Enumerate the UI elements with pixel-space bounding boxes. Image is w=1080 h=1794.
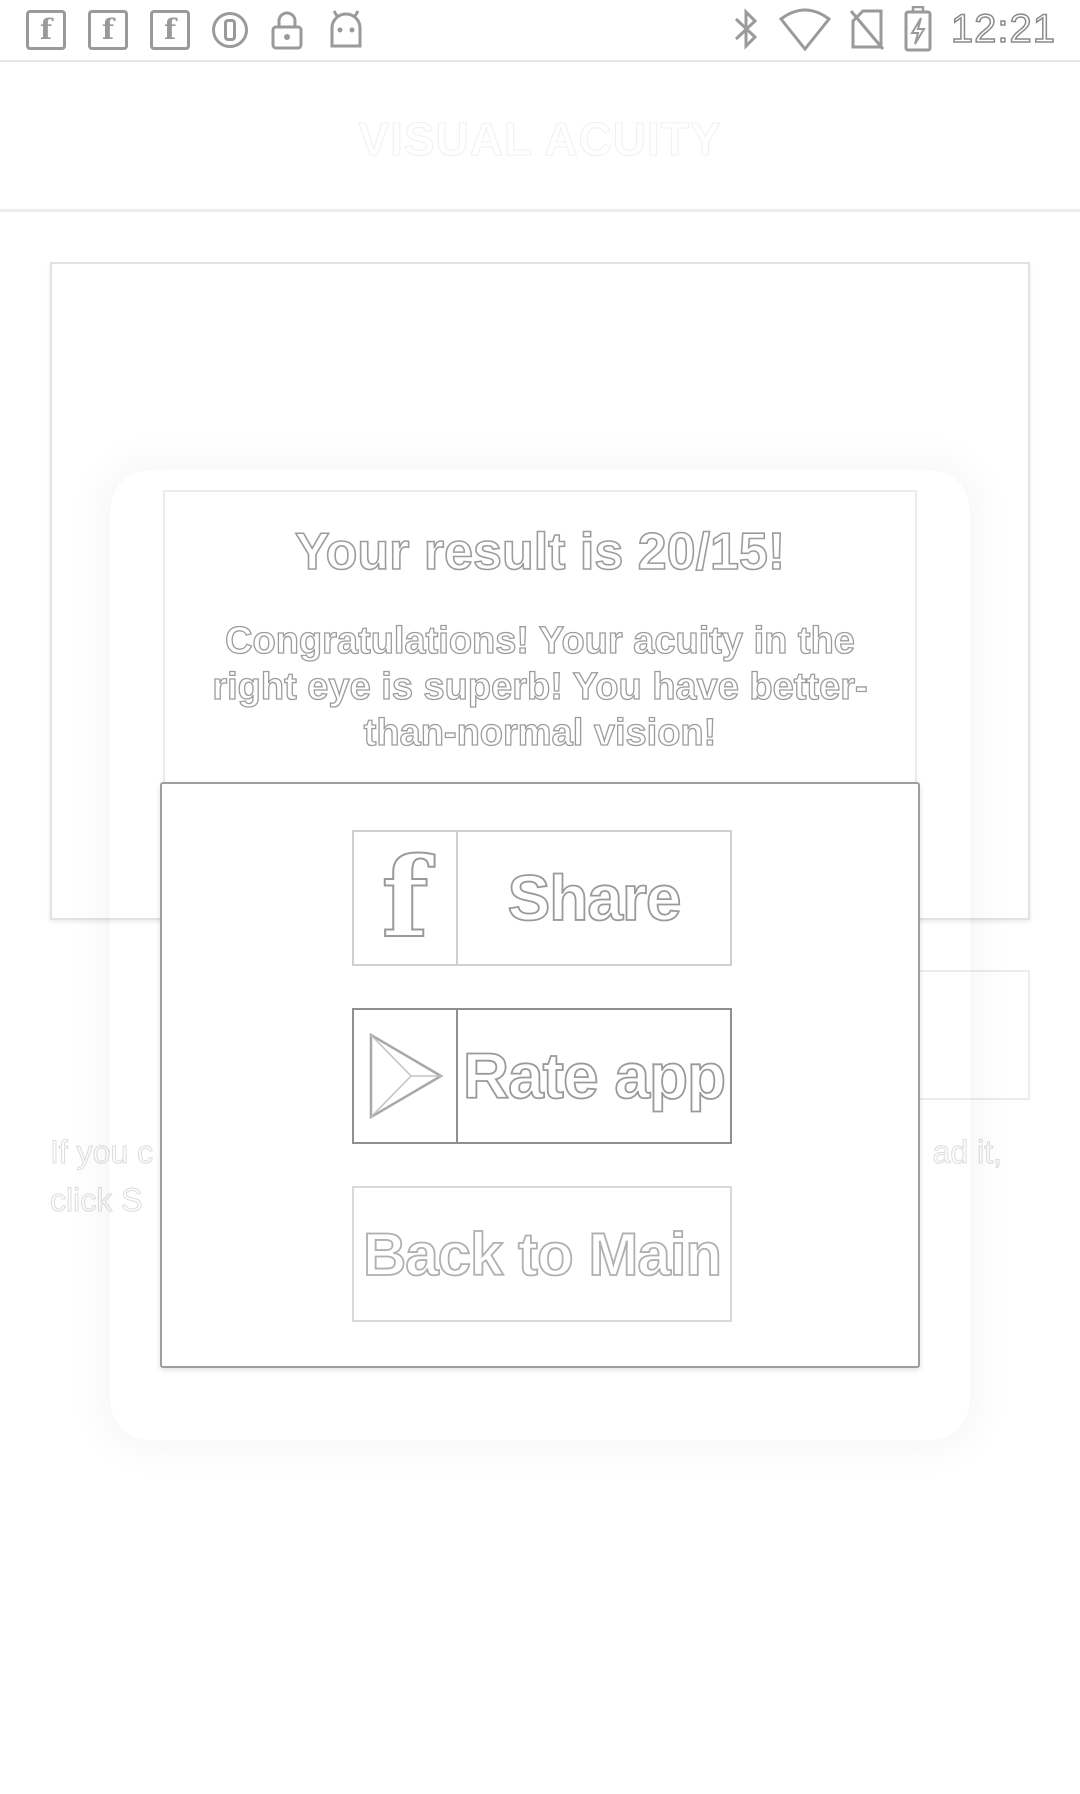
facebook-icon: f bbox=[380, 833, 429, 962]
share-icon-box: f bbox=[354, 832, 458, 964]
rate-app-button-label: Rate app bbox=[462, 1039, 727, 1113]
opera-icon bbox=[212, 12, 248, 48]
battery-charging-icon bbox=[904, 6, 932, 52]
system-icons: 12:21 bbox=[731, 6, 1056, 52]
back-to-main-button-label: Back to Main bbox=[362, 1220, 723, 1289]
status-time: 12:21 bbox=[950, 6, 1056, 52]
app-bar: VISUAL ACUITY bbox=[0, 62, 1080, 212]
result-title: Your result is 20/15! bbox=[294, 522, 786, 582]
status-bar: f f f 12:21 bbox=[0, 0, 1080, 62]
notification-icons: f f f bbox=[26, 10, 366, 50]
facebook-icon: f bbox=[26, 10, 66, 50]
wifi-icon bbox=[778, 8, 831, 51]
back-to-main-button[interactable]: Back to Main bbox=[352, 1186, 732, 1322]
result-dialog-actions: f Share Rate app Back to Main bbox=[160, 782, 920, 1368]
share-button[interactable]: f Share bbox=[352, 830, 732, 966]
share-button-label: Share bbox=[507, 861, 683, 935]
no-sim-icon bbox=[849, 9, 885, 50]
screen: f f f 12:21 VISUAL ACUITY If you c ad it… bbox=[0, 0, 1080, 1794]
app-title: VISUAL ACUITY bbox=[358, 113, 722, 166]
rate-app-button[interactable]: Rate app bbox=[352, 1008, 732, 1144]
result-message: Congratulations! Your acuity in the righ… bbox=[212, 619, 869, 754]
result-dialog-header: Your result is 20/15! Congratulations! Y… bbox=[163, 490, 917, 784]
facebook-icon: f bbox=[88, 10, 128, 50]
bluetooth-icon bbox=[734, 8, 758, 50]
play-store-icon bbox=[369, 1032, 444, 1120]
android-icon bbox=[330, 10, 362, 48]
lock-icon bbox=[271, 11, 303, 50]
rate-icon-box bbox=[354, 1010, 458, 1142]
facebook-icon: f bbox=[150, 10, 190, 50]
